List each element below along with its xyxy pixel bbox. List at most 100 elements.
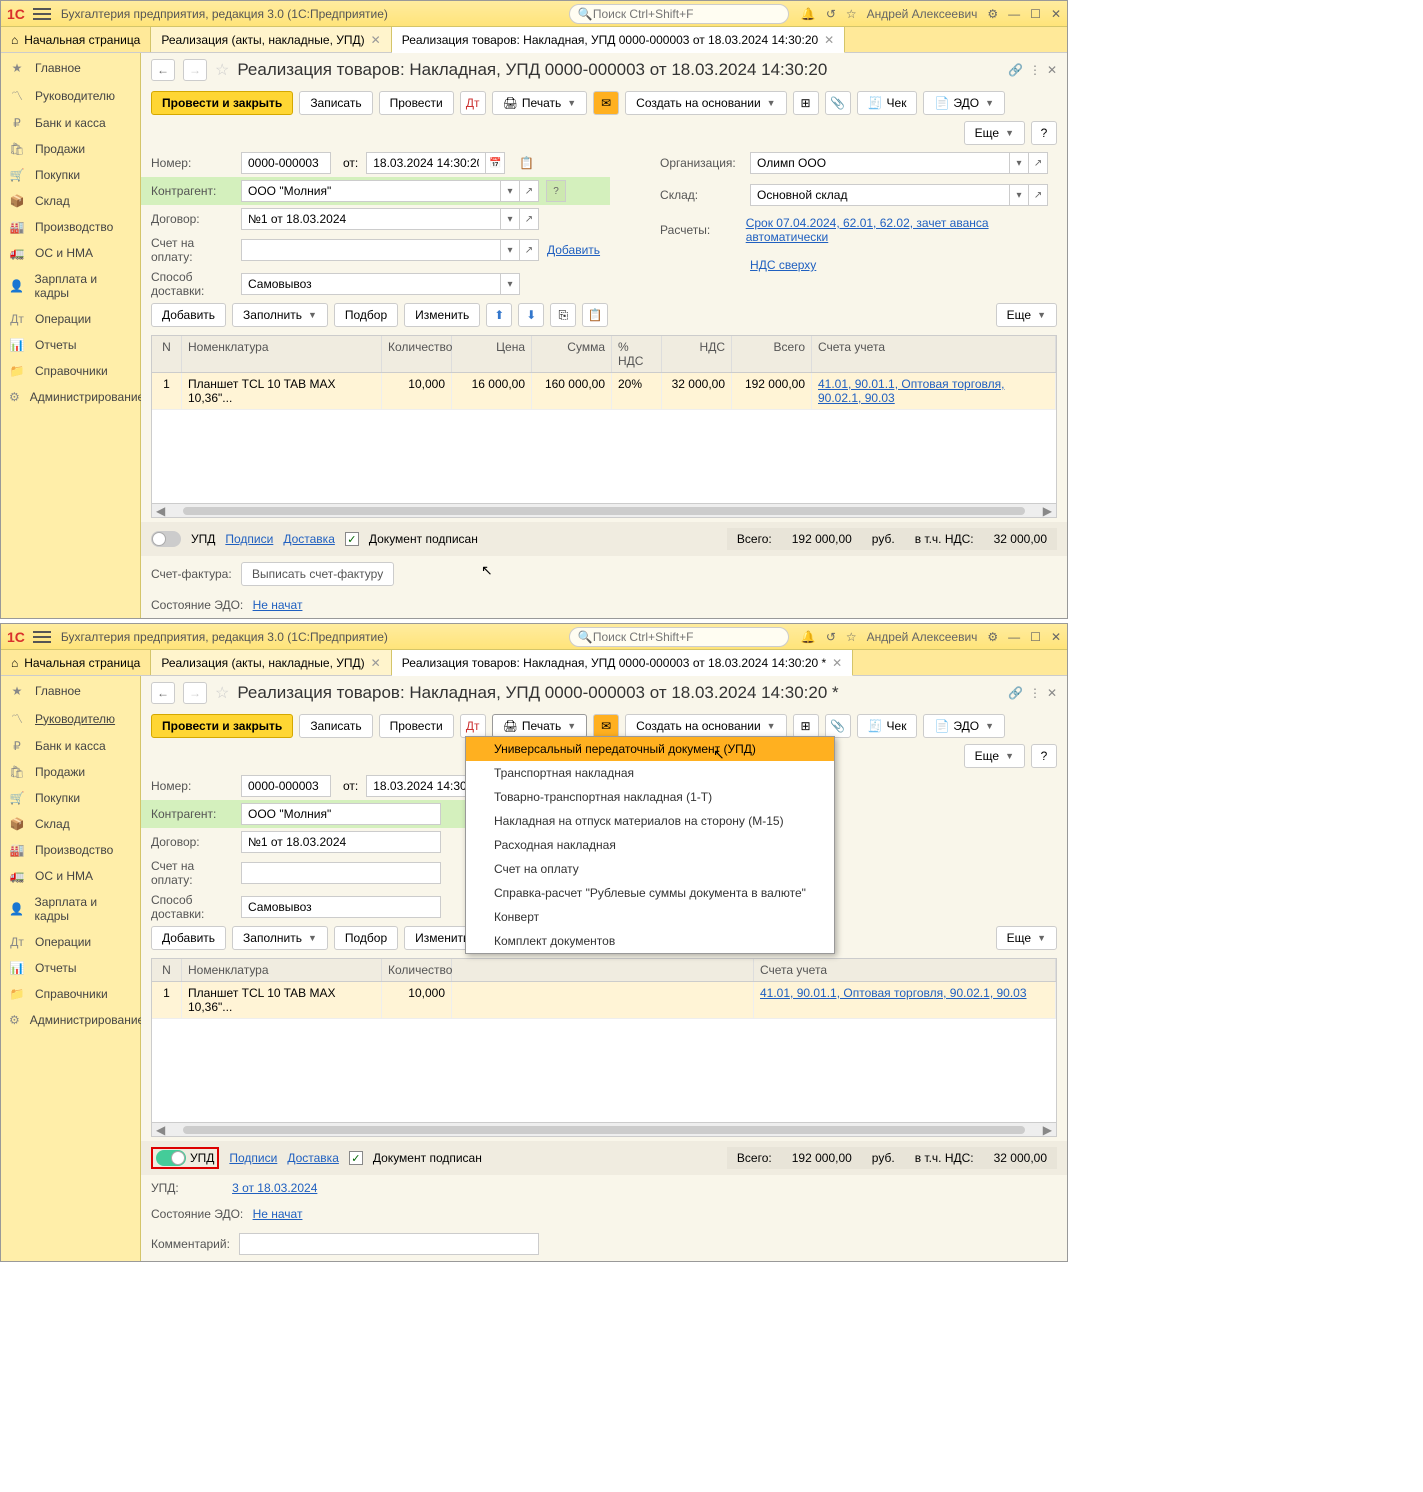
sidebar-item[interactable]: 🏭Производство <box>1 214 140 240</box>
favorite-icon[interactable]: ☆ <box>215 683 229 703</box>
contr-input[interactable] <box>241 180 501 202</box>
signed-checkbox[interactable]: ✓ <box>349 1151 363 1165</box>
forward-button[interactable]: → <box>183 59 207 81</box>
write-button[interactable]: Записать <box>299 91 372 115</box>
invoice-input[interactable] <box>241 862 441 884</box>
menu-item[interactable]: Расходная накладная <box>466 833 834 857</box>
sidebar-item[interactable]: 📦Склад <box>1 811 140 837</box>
history-icon[interactable]: ↺ <box>826 630 836 644</box>
edo-button[interactable]: 📄ЭДО▼ <box>923 91 1005 115</box>
mail-button[interactable]: ✉ <box>593 714 619 738</box>
paste-button[interactable]: 📋 <box>582 303 608 327</box>
sidebar-item[interactable]: ⚙Администрирование <box>1 384 140 410</box>
fill-button[interactable]: Заполнить▼ <box>232 926 328 950</box>
comment-input[interactable] <box>239 1233 539 1255</box>
sidebar-item[interactable]: 🛍Продажи <box>1 136 140 162</box>
signed-checkbox[interactable]: ✓ <box>345 532 359 546</box>
sign-link[interactable]: Подписи <box>225 532 273 546</box>
sidebar-item[interactable]: ★Главное <box>1 678 140 704</box>
move-up-button[interactable]: ⬆ <box>486 303 512 327</box>
favorite-icon[interactable]: ☆ <box>215 60 229 80</box>
print-button[interactable]: 🖨Печать▼ <box>492 714 587 738</box>
link-icon[interactable]: 🔗 <box>1008 686 1023 700</box>
delivery-input[interactable] <box>241 273 501 295</box>
delivery-input[interactable] <box>241 896 441 918</box>
star-icon[interactable]: ☆ <box>846 7 857 21</box>
tab-realization-list[interactable]: Реализация (акты, накладные, УПД)✕ <box>151 650 391 675</box>
dropdown-icon[interactable]: ▾ <box>1009 152 1029 174</box>
scrollbar[interactable]: ◀▶ <box>152 503 1056 517</box>
write-invoice-button[interactable]: Выписать счет-фактуру <box>241 562 394 586</box>
tab-home[interactable]: ⌂Начальная страница <box>1 27 151 52</box>
tab-realization-list[interactable]: Реализация (акты, накладные, УПД)✕ <box>151 27 391 52</box>
settings-icon[interactable]: ⚙ <box>987 630 998 644</box>
menu-item[interactable]: Накладная на отпуск материалов на сторон… <box>466 809 834 833</box>
date-input[interactable] <box>366 152 486 174</box>
sidebar-item[interactable]: 👤Зарплата и кадры <box>1 889 140 929</box>
tab-home[interactable]: ⌂Начальная страница <box>1 650 151 675</box>
create-based-button[interactable]: Создать на основании▼ <box>625 91 786 115</box>
upd-toggle[interactable] <box>156 1150 186 1166</box>
sidebar-item[interactable]: 🚛ОС и НМА <box>1 240 140 266</box>
copy-button[interactable]: ⎘ <box>550 303 576 327</box>
bell-icon[interactable]: 🔔 <box>801 7 816 21</box>
post-close-button[interactable]: Провести и закрыть <box>151 714 293 738</box>
upd-link[interactable]: 3 от 18.03.2024 <box>232 1181 317 1195</box>
maximize-icon[interactable]: ☐ <box>1030 7 1041 21</box>
add-row-button[interactable]: Добавить <box>151 303 226 327</box>
contract-input[interactable] <box>241 831 441 853</box>
dt-kt-button[interactable]: Дт <box>460 714 486 738</box>
sidebar-item[interactable]: 📊Отчеты <box>1 955 140 981</box>
open-icon[interactable]: ↗ <box>519 180 539 202</box>
sidebar-item[interactable]: 📊Отчеты <box>1 332 140 358</box>
menu-item[interactable]: Комплект документов <box>466 929 834 953</box>
add-link[interactable]: Добавить <box>547 243 600 257</box>
number-input[interactable] <box>241 775 331 797</box>
forward-button[interactable]: → <box>183 682 207 704</box>
more-button[interactable]: Еще▼ <box>964 744 1025 768</box>
structure-button[interactable]: ⊞ <box>793 91 819 115</box>
scrollbar[interactable]: ◀▶ <box>152 1122 1056 1136</box>
select-button[interactable]: Подбор <box>334 303 398 327</box>
table-row[interactable]: 1 Планшет TCL 10 TAB MAX 10,36"... 10,00… <box>152 982 1056 1019</box>
delivery-link[interactable]: Доставка <box>283 532 335 546</box>
menu-icon[interactable] <box>33 628 51 646</box>
close-icon[interactable]: ✕ <box>824 33 834 47</box>
check-button[interactable]: 🧾Чек <box>857 91 918 115</box>
more-button[interactable]: Еще▼ <box>996 926 1057 950</box>
back-button[interactable]: ← <box>151 59 175 81</box>
tab-realization-doc[interactable]: Реализация товаров: Накладная, УПД 0000-… <box>392 650 854 676</box>
sidebar-item[interactable]: 🛒Покупки <box>1 162 140 188</box>
sidebar-item[interactable]: ★Главное <box>1 55 140 81</box>
more-button[interactable]: Еще▼ <box>964 121 1025 145</box>
minimize-icon[interactable]: — <box>1008 7 1020 21</box>
minimize-icon[interactable]: — <box>1008 630 1020 644</box>
change-button[interactable]: Изменить <box>404 303 480 327</box>
menu-icon[interactable] <box>33 5 51 23</box>
settings-icon[interactable]: ⚙ <box>987 7 998 21</box>
sidebar-item[interactable]: ДтОперации <box>1 306 140 332</box>
calc-link[interactable]: Срок 07.04.2024, 62.01, 62.02, зачет ава… <box>746 216 1057 244</box>
kebab-icon[interactable]: ⋮ <box>1029 686 1041 700</box>
bell-icon[interactable]: 🔔 <box>801 630 816 644</box>
link-icon[interactable]: 🔗 <box>1008 63 1023 77</box>
attach-button[interactable]: 📎 <box>825 91 851 115</box>
open-icon[interactable]: ↗ <box>519 208 539 230</box>
sidebar-item[interactable]: ⚙Администрирование <box>1 1007 140 1033</box>
history-icon[interactable]: ↺ <box>826 7 836 21</box>
star-icon[interactable]: ☆ <box>846 630 857 644</box>
dt-kt-button[interactable]: Дт <box>460 91 486 115</box>
sidebar-item[interactable]: 🚛ОС и НМА <box>1 863 140 889</box>
close-icon[interactable]: ✕ <box>1047 686 1057 700</box>
open-icon[interactable]: ↗ <box>1028 184 1048 206</box>
menu-item[interactable]: Транспортная накладная <box>466 761 834 785</box>
dropdown-icon[interactable]: ▾ <box>1009 184 1029 206</box>
contract-input[interactable] <box>241 208 501 230</box>
post-button[interactable]: Провести <box>379 91 454 115</box>
dropdown-icon[interactable]: ▾ <box>500 180 520 202</box>
sidebar-item[interactable]: 〽Руководителю <box>1 81 140 110</box>
back-button[interactable]: ← <box>151 682 175 704</box>
number-input[interactable] <box>241 152 331 174</box>
sidebar-item[interactable]: 📁Справочники <box>1 981 140 1007</box>
sidebar-item[interactable]: 🛒Покупки <box>1 785 140 811</box>
